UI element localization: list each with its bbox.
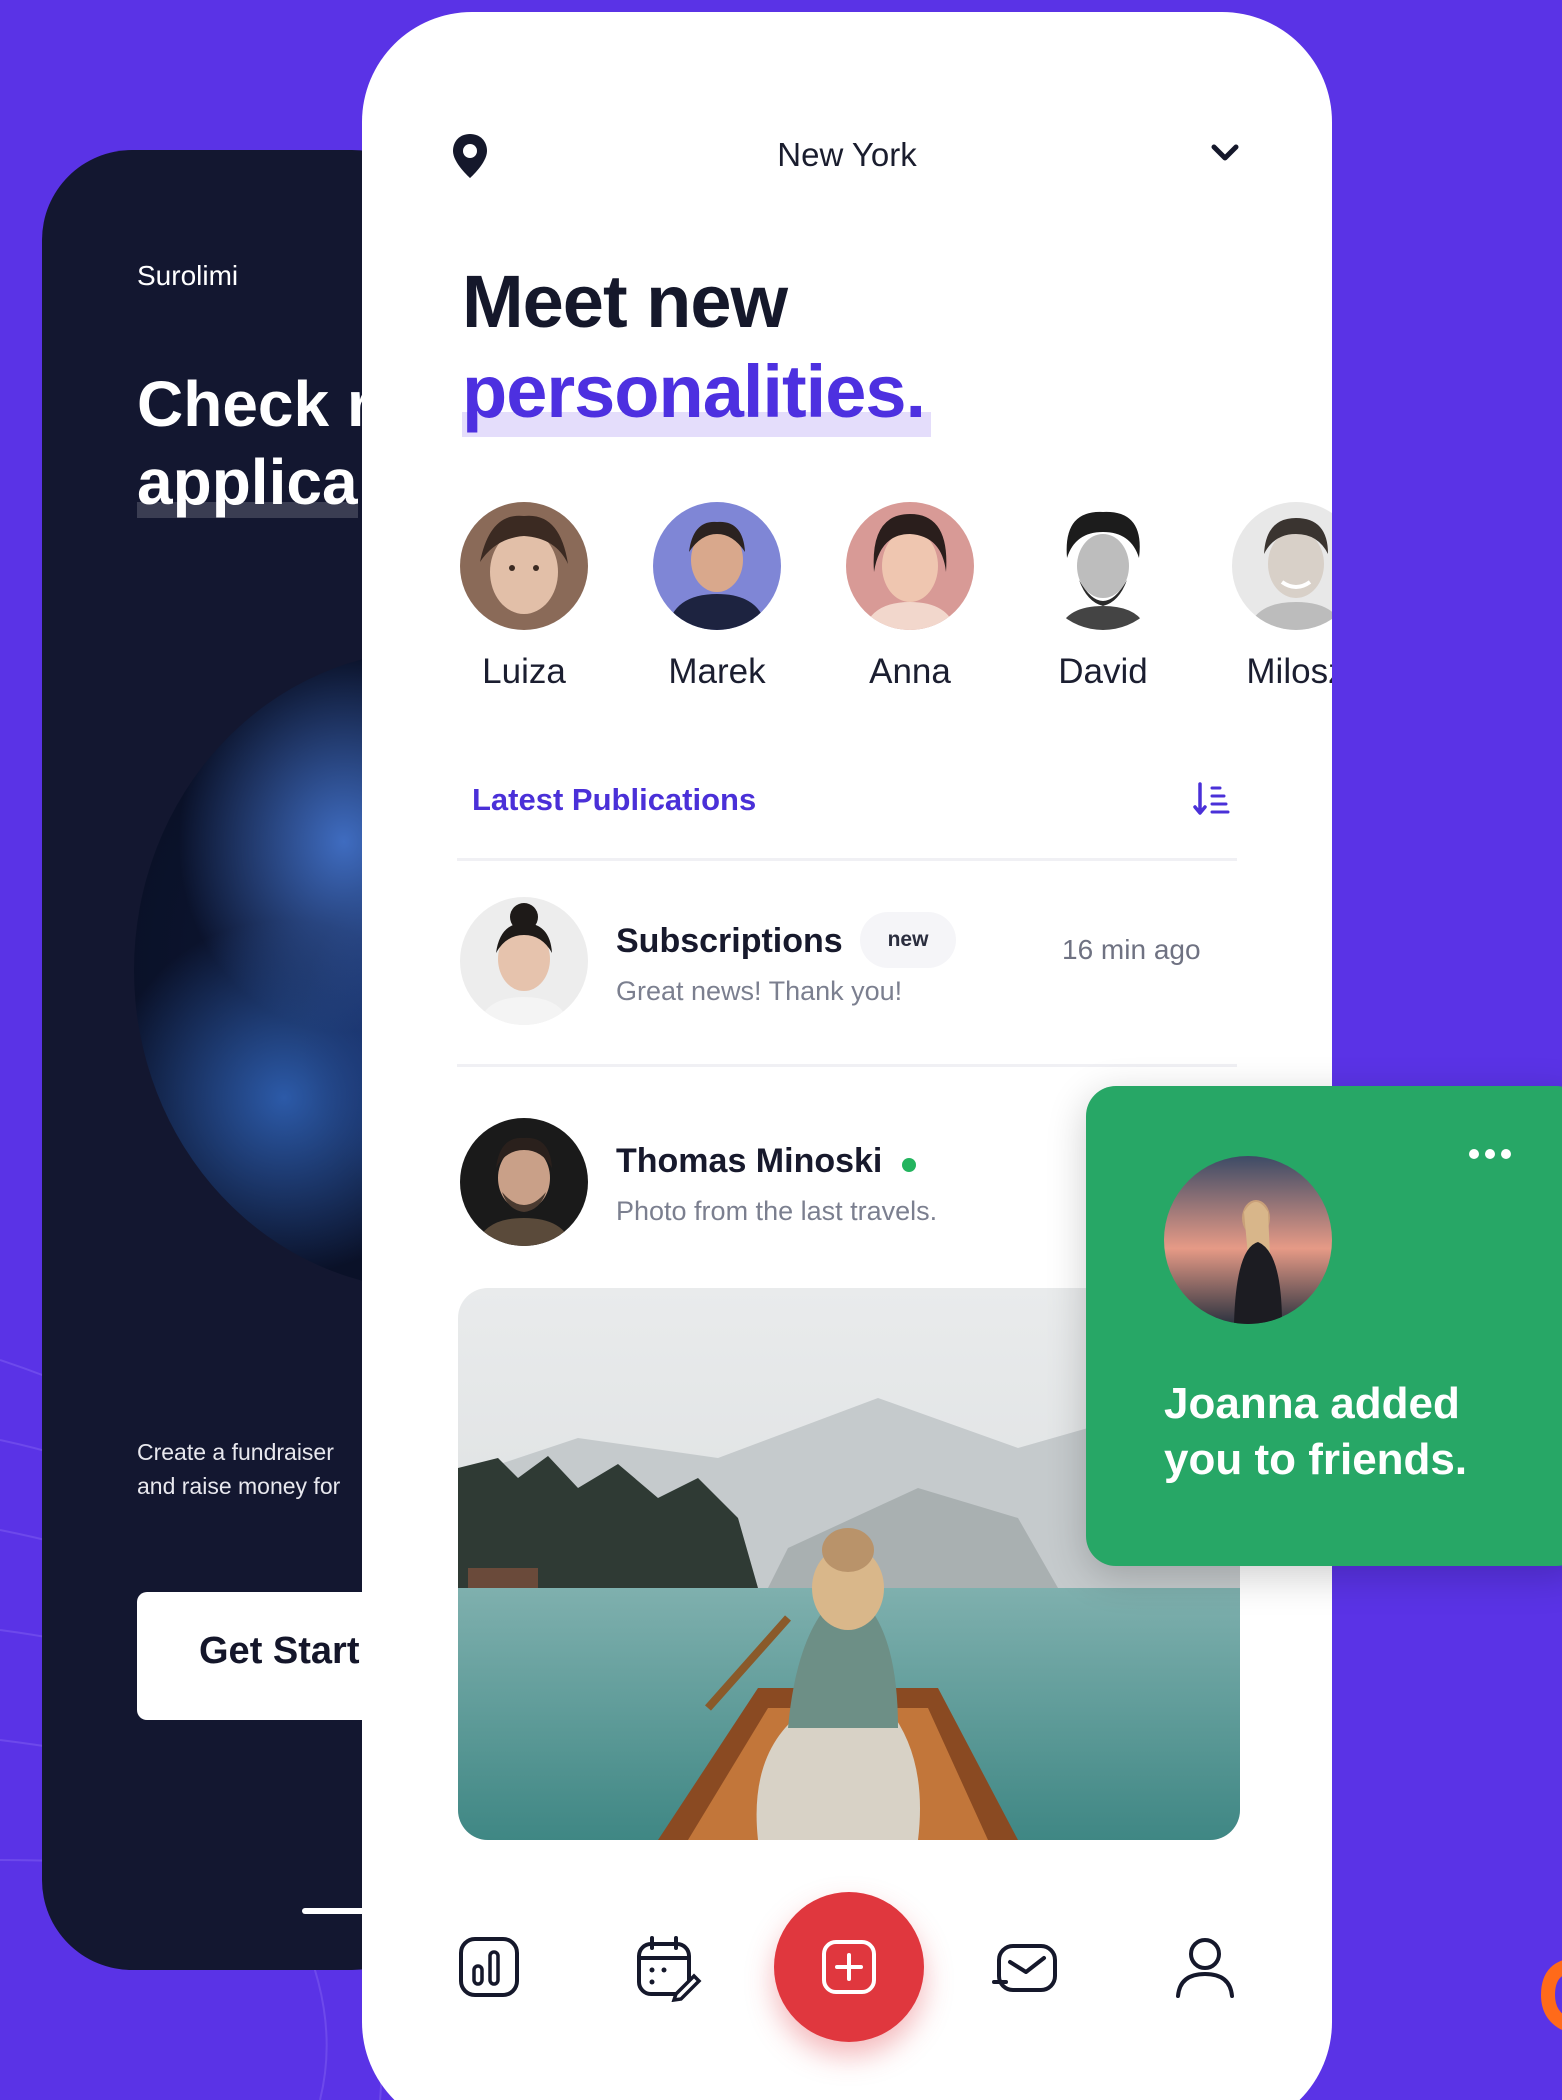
avatar	[653, 502, 781, 630]
notification-line1: Joanna added	[1164, 1379, 1460, 1428]
person-item[interactable]: Anna	[820, 502, 1000, 692]
back-description: Create a fundraiser and raise money for	[137, 1435, 340, 1503]
hero-title: Meet new	[462, 260, 788, 343]
person-item[interactable]: Milosz	[1206, 502, 1332, 692]
add-icon	[822, 1940, 876, 1994]
person-name: Anna	[869, 652, 951, 691]
friend-notification-card[interactable]: Joanna added you to friends.	[1086, 1086, 1562, 1566]
feed-item-subtitle: Great news! Thank you!	[616, 976, 903, 1006]
people-carousel[interactable]: Luiza Marek Anna David Milos	[460, 502, 1332, 712]
person-item[interactable]: David	[1013, 502, 1193, 692]
sort-icon[interactable]	[1192, 780, 1232, 820]
back-description-line2: and raise money for	[137, 1473, 341, 1499]
avatar[interactable]	[460, 1118, 588, 1246]
person-name: Luiza	[482, 652, 566, 691]
person-name: David	[1058, 652, 1148, 691]
avatar	[1039, 502, 1167, 630]
feed-item-subtitle: Photo from the last travels.	[616, 1196, 938, 1226]
avatar	[1164, 1156, 1332, 1324]
feed-item-time: 16 min ago	[1062, 934, 1201, 965]
divider	[457, 1064, 1237, 1067]
person-item[interactable]: Marek	[627, 502, 807, 692]
latest-publications-label: Latest Publications	[472, 782, 757, 817]
divider	[457, 858, 1237, 861]
brand-mark-icon	[1540, 1960, 1562, 2030]
chart-icon[interactable]	[454, 1932, 524, 2002]
online-status-indicator	[902, 1158, 916, 1172]
profile-icon[interactable]	[1170, 1932, 1240, 2002]
avatar[interactable]	[460, 897, 588, 1025]
person-name: Milosz	[1246, 652, 1332, 691]
back-description-line1: Create a fundraiser	[137, 1439, 334, 1465]
notification-message: Joanna added you to friends.	[1164, 1376, 1562, 1488]
more-icon[interactable]	[1460, 1144, 1520, 1164]
feed-item-title[interactable]: Thomas Minoski	[616, 1142, 882, 1181]
avatar	[1232, 502, 1332, 630]
hero-title-accent: personalities.	[462, 347, 932, 437]
person-item[interactable]: Luiza	[434, 502, 614, 692]
notification-line2: you to friends.	[1164, 1435, 1468, 1484]
new-badge: new	[860, 912, 956, 968]
city-selector[interactable]: New York	[362, 136, 1332, 174]
chevron-down-icon[interactable]	[1210, 142, 1240, 164]
feed-item-title[interactable]: Subscriptions	[616, 922, 843, 961]
back-title-line2: applica	[137, 446, 358, 518]
avatar	[460, 502, 588, 630]
calendar-icon[interactable]	[632, 1932, 702, 2002]
main-phone-screen: New York Meet new personalities. Luiza M…	[362, 12, 1332, 2100]
back-title: Check r applica	[137, 365, 372, 521]
add-post-button[interactable]	[774, 1892, 924, 2042]
message-icon[interactable]	[992, 1932, 1062, 2002]
person-name: Marek	[668, 652, 766, 691]
back-brand-name: Surolimi	[137, 260, 239, 291]
avatar	[846, 502, 974, 630]
back-title-line1: Check r	[137, 368, 372, 440]
